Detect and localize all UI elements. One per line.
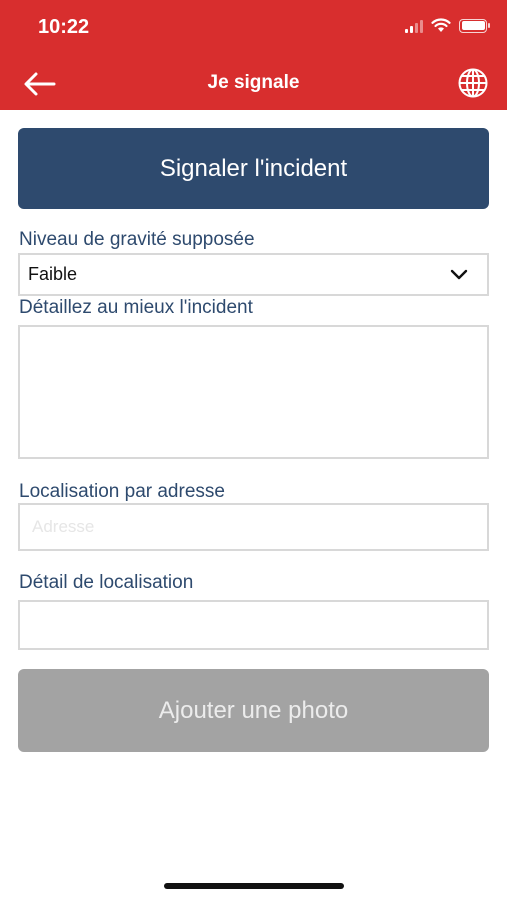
app-header: 10:22 Je signale — [0, 0, 507, 110]
report-incident-button[interactable]: Signaler l'incident — [18, 128, 489, 209]
details-label: Détaillez au mieux l'incident — [19, 297, 253, 318]
severity-label: Niveau de gravité supposée — [19, 229, 255, 250]
severity-value: Faible — [28, 264, 78, 284]
address-input[interactable]: Adresse — [18, 503, 489, 551]
severity-select[interactable]: Faible — [18, 253, 489, 296]
cellular-signal-icon — [405, 19, 423, 33]
status-time: 10:22 — [38, 16, 90, 38]
battery-icon — [459, 18, 490, 33]
page-title: Je signale — [207, 72, 300, 93]
add-photo-button[interactable]: Ajouter une photo — [18, 669, 489, 752]
location-detail-input[interactable] — [18, 600, 489, 650]
address-label: Localisation par adresse — [19, 481, 225, 502]
address-placeholder: Adresse — [32, 517, 95, 536]
language-button[interactable] — [457, 67, 489, 99]
chevron-down-icon — [450, 269, 468, 280]
globe-icon — [458, 68, 488, 98]
wifi-icon — [431, 18, 451, 32]
home-indicator — [164, 883, 344, 889]
details-textarea[interactable] — [18, 325, 489, 459]
status-icons — [405, 18, 490, 33]
location-detail-label: Détail de localisation — [19, 572, 194, 593]
